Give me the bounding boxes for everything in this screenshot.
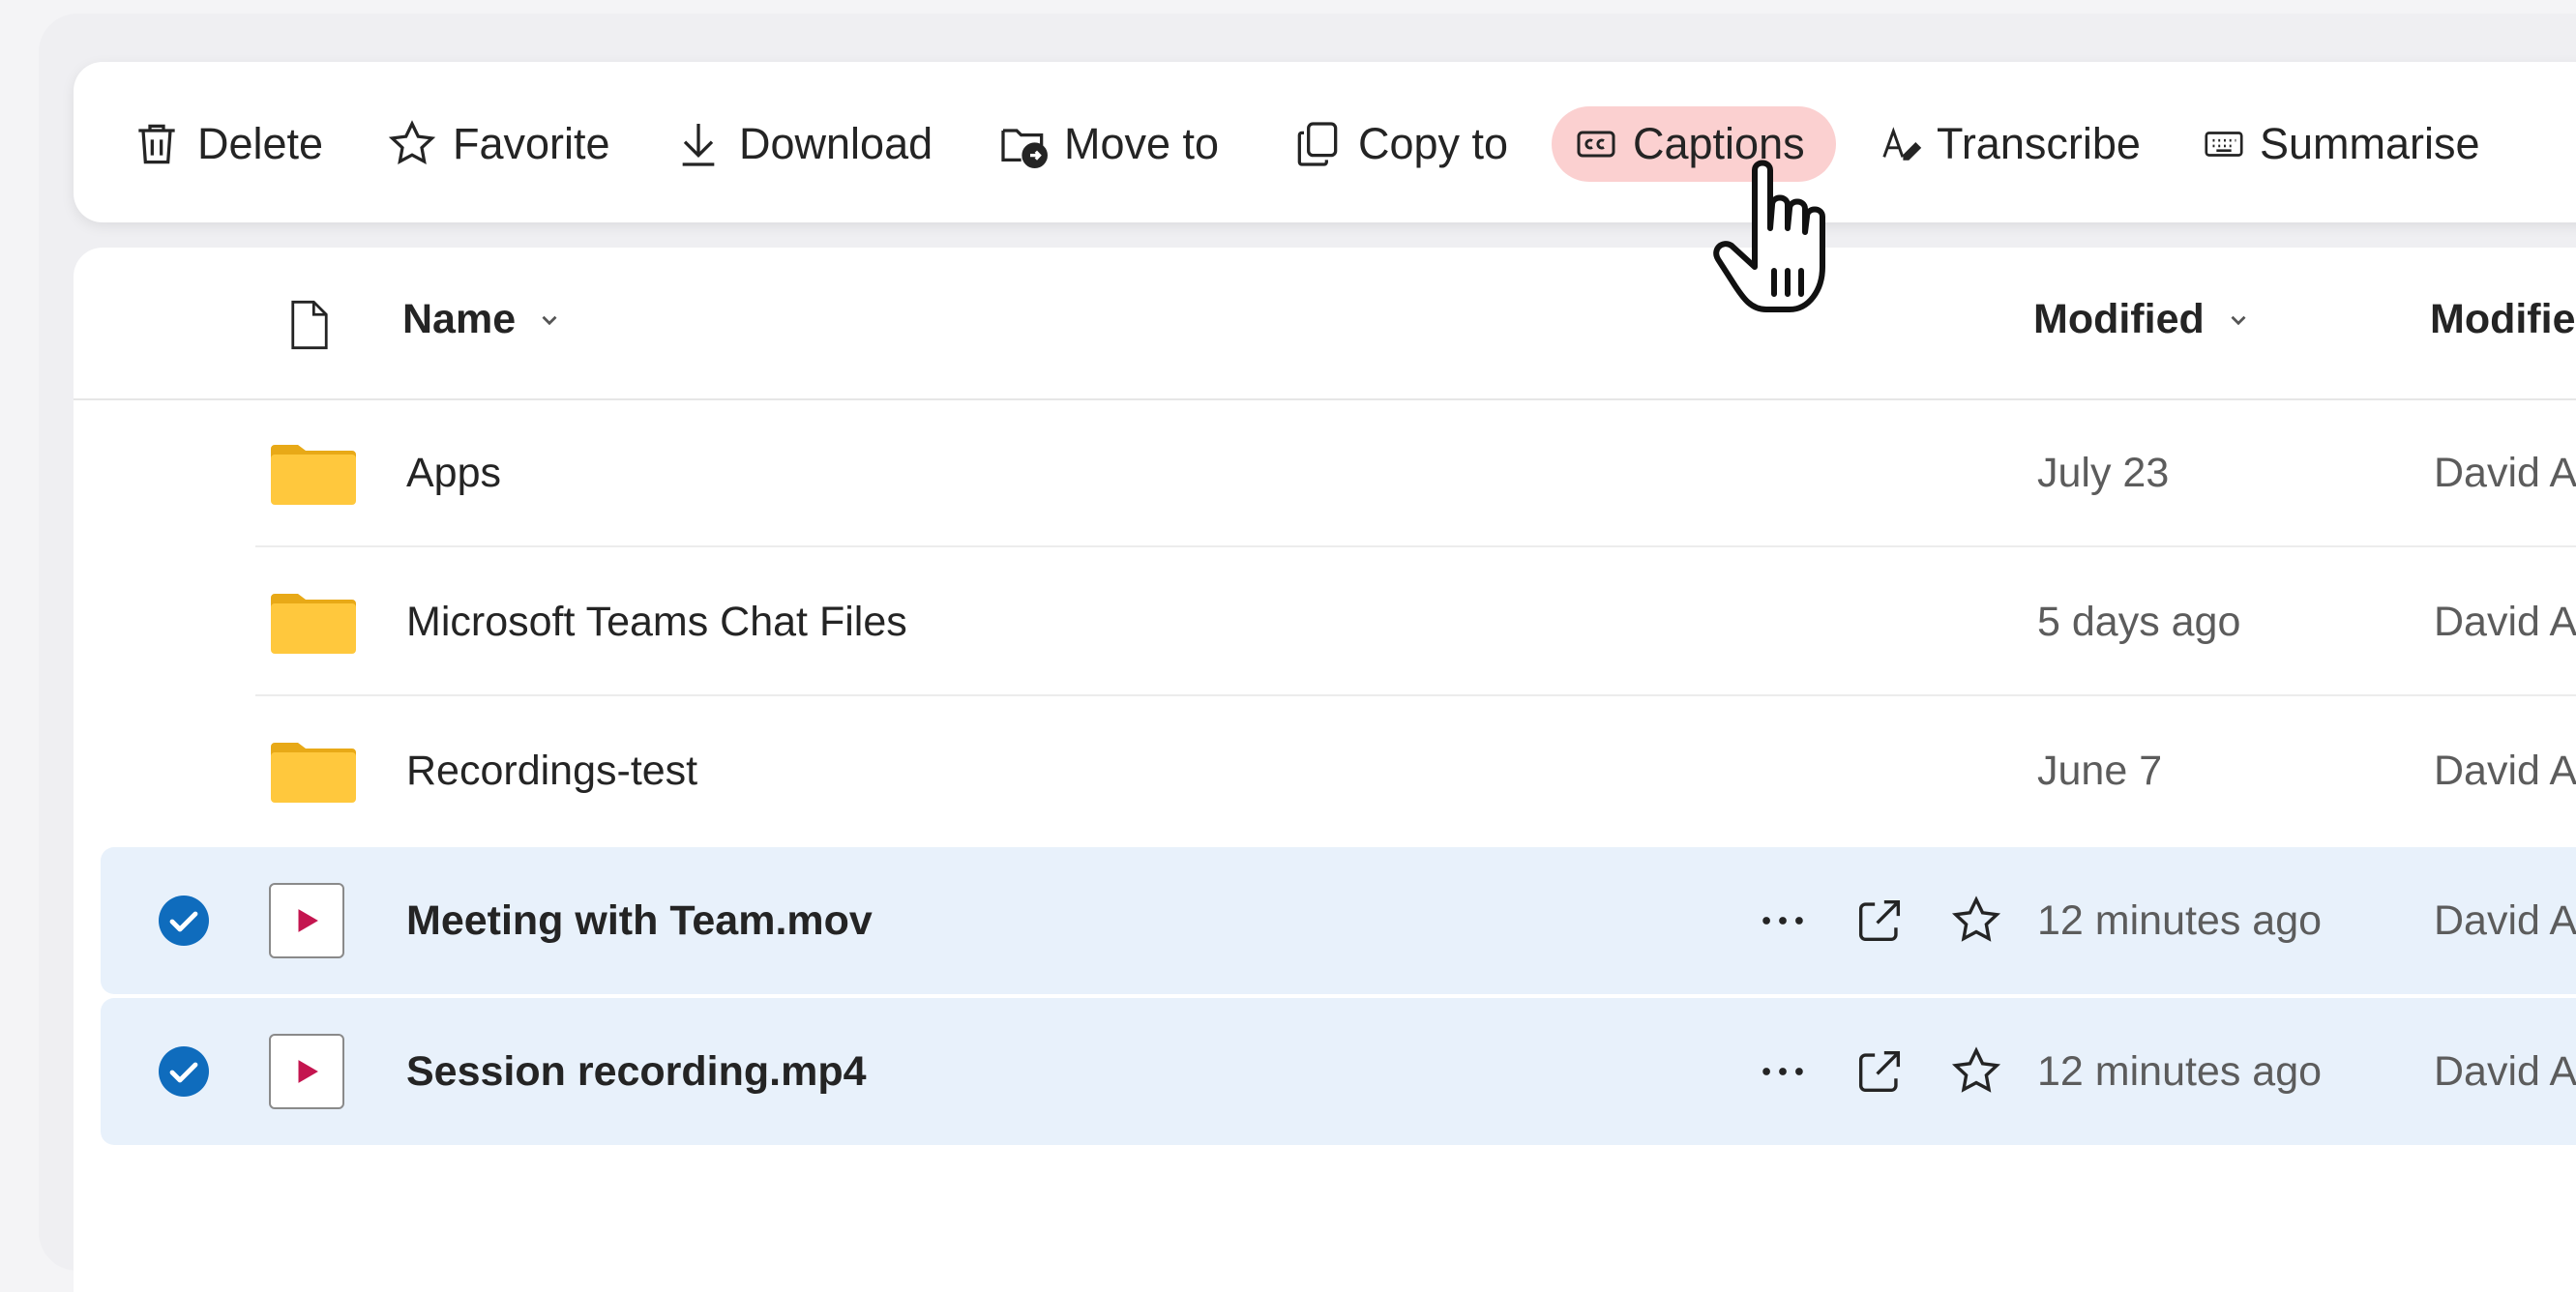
file-list: Name Modified Modifie Apps July 23 David… <box>74 248 2576 1292</box>
transcribe-label: Transcribe <box>1937 119 2141 168</box>
modified-date: 5 days ago <box>2037 598 2241 645</box>
column-header-name[interactable]: Name <box>402 296 562 343</box>
folder-move-icon <box>996 117 1051 171</box>
file-name[interactable]: Microsoft Teams Chat Files <box>406 547 907 696</box>
video-file-icon <box>269 1034 344 1109</box>
modified-by: David A <box>2434 449 2576 496</box>
modified-by: David A <box>2434 896 2576 944</box>
column-name-label: Name <box>402 296 517 342</box>
list-item[interactable]: Apps July 23 David A <box>74 398 2576 547</box>
file-type-icon <box>288 298 331 352</box>
checkmark-circle-icon[interactable] <box>157 894 211 948</box>
star-icon <box>385 117 439 171</box>
video-file-icon <box>269 883 344 958</box>
favorite-label: Favorite <box>453 119 610 168</box>
star-icon[interactable] <box>1948 893 2004 949</box>
command-bar: Delete Favorite Download Move to Copy to… <box>74 62 2576 222</box>
more-options-icon[interactable] <box>1755 1043 1811 1100</box>
summarise-label: Summarise <box>2260 119 2480 168</box>
modified-date: July 23 <box>2037 449 2170 496</box>
hand-pointer-cursor-icon <box>1713 160 1825 312</box>
trash-icon <box>130 117 184 171</box>
modified-by: David A <box>2434 1047 2576 1095</box>
chevron-down-icon <box>2226 308 2251 333</box>
move-to-button[interactable]: Move to <box>996 106 1219 182</box>
folder-icon <box>271 594 356 654</box>
more-options-icon[interactable] <box>1755 893 1811 949</box>
share-icon[interactable] <box>1851 893 1908 949</box>
download-button[interactable]: Download <box>671 106 933 182</box>
copy-to-label: Copy to <box>1358 119 1509 168</box>
file-name[interactable]: Apps <box>406 398 501 547</box>
move-to-label: Move to <box>1064 119 1220 168</box>
file-name[interactable]: Recordings-test <box>406 696 697 845</box>
modified-by: David A <box>2434 598 2576 645</box>
file-name[interactable]: Session recording.mp4 <box>406 998 867 1145</box>
file-name[interactable]: Meeting with Team.mov <box>406 847 873 994</box>
transcribe-button[interactable]: Transcribe <box>1879 106 2141 182</box>
closed-captions-icon <box>1573 121 1619 167</box>
folder-icon <box>271 743 356 803</box>
delete-button[interactable]: Delete <box>130 106 323 182</box>
list-header: Name Modified Modifie <box>74 248 2576 400</box>
column-header-modified[interactable]: Modified <box>2033 296 2251 343</box>
star-icon[interactable] <box>1948 1043 2004 1100</box>
modified-by: David A <box>2434 747 2576 794</box>
copy-to-button[interactable]: Copy to <box>1290 106 1508 182</box>
summarise-button[interactable]: Summarise <box>2202 106 2480 182</box>
download-label: Download <box>739 119 933 168</box>
folder-icon <box>271 445 356 505</box>
column-modified-by-label: Modifie <box>2430 296 2576 342</box>
modified-date: 12 minutes ago <box>2037 896 2323 944</box>
list-item[interactable]: Recordings-test June 7 David A <box>74 696 2576 845</box>
pen-text-icon <box>1879 122 1923 166</box>
keyboard-icon <box>2202 122 2246 166</box>
column-modified-label: Modified <box>2033 296 2205 342</box>
download-icon <box>671 117 725 171</box>
modified-date: 12 minutes ago <box>2037 1047 2323 1095</box>
modified-date: June 7 <box>2037 747 2163 794</box>
checkmark-circle-icon[interactable] <box>157 1044 211 1099</box>
list-item[interactable]: Microsoft Teams Chat Files 5 days ago Da… <box>74 547 2576 696</box>
list-item-selected[interactable]: Session recording.mp4 12 minutes ago Dav… <box>101 998 2576 1145</box>
delete-label: Delete <box>197 119 324 168</box>
chevron-down-icon <box>537 308 562 333</box>
column-header-modified-by[interactable]: Modifie <box>2430 296 2575 343</box>
list-item-selected[interactable]: Meeting with Team.mov 12 minutes ago Dav… <box>101 847 2576 994</box>
share-icon[interactable] <box>1851 1043 1908 1100</box>
copy-icon <box>1290 117 1345 171</box>
favorite-button[interactable]: Favorite <box>385 106 610 182</box>
